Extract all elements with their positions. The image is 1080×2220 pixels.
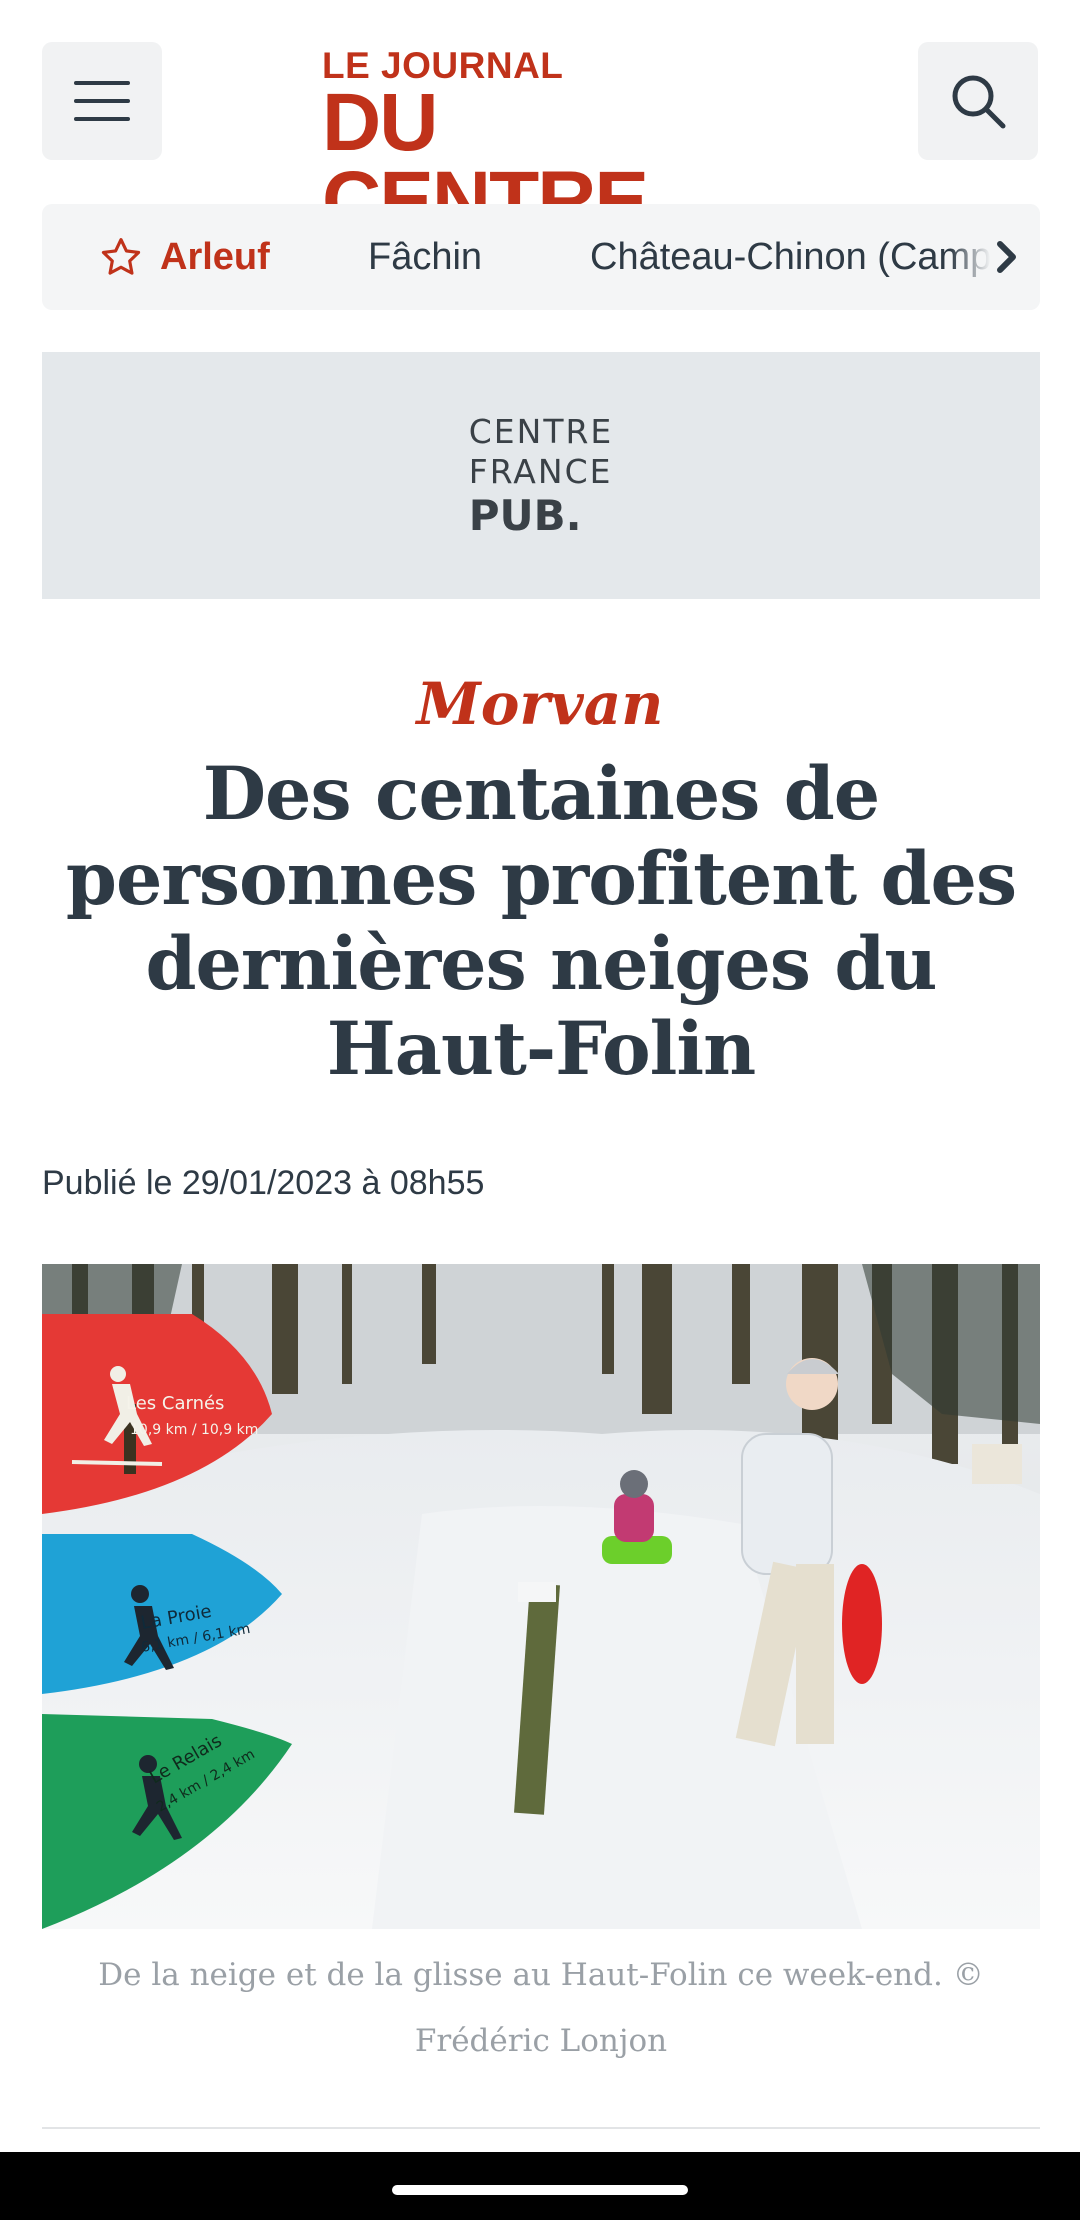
centre-france-pub-logo: CENTRE FRANCE PUB. — [469, 412, 614, 540]
town-tab-fachin[interactable]: Fâchin — [368, 204, 482, 310]
snowy-forest-photo: Les Carnés 10,9 km / 10,9 km La Proie 6,… — [42, 1264, 1040, 1929]
town-tab-arleuf[interactable]: Arleuf — [100, 204, 270, 310]
ad-banner[interactable]: CENTRE FRANCE PUB. — [42, 352, 1040, 599]
section-divider — [42, 2127, 1040, 2129]
search-icon — [952, 75, 1006, 129]
towns-bar: Arleuf Fâchin Château-Chinon (Campagne) — [42, 204, 1040, 310]
sign-1-name: Les Carnés — [126, 1393, 224, 1414]
article-kicker[interactable]: Morvan — [0, 664, 1080, 744]
towns-scroll-right-button[interactable] — [950, 204, 1040, 310]
sign-1-distance: 10,9 km / 10,9 km — [130, 1422, 258, 1438]
photo-caption: De la neige et de la glisse au Haut-Foli… — [98, 1957, 984, 2059]
ad-logo-line-1: CENTRE — [468, 411, 614, 451]
ad-logo-line-3: PUB. — [468, 490, 582, 540]
chevron-right-icon — [997, 241, 1016, 273]
ad-logo-line-2: FRANCE — [468, 451, 613, 491]
star-outline-icon — [101, 238, 141, 275]
home-indicator[interactable] — [392, 2185, 688, 2195]
article-headline: Des centaines de personnes profitent des… — [65, 751, 1017, 1092]
search-button[interactable] — [918, 42, 1038, 160]
article-photo[interactable]: Les Carnés 10,9 km / 10,9 km La Proie 6,… — [42, 1264, 1040, 1929]
site-header: LE JOURNAL DU CENTRE — [0, 0, 1080, 242]
hamburger-menu-icon — [74, 81, 130, 121]
publication-date: Publié le 29/01/2023 à 08h55 — [42, 1164, 485, 1202]
town-label-arleuf: Arleuf — [160, 236, 270, 278]
menu-button[interactable] — [42, 42, 162, 160]
site-logo[interactable]: LE JOURNAL DU CENTRE — [322, 46, 762, 242]
